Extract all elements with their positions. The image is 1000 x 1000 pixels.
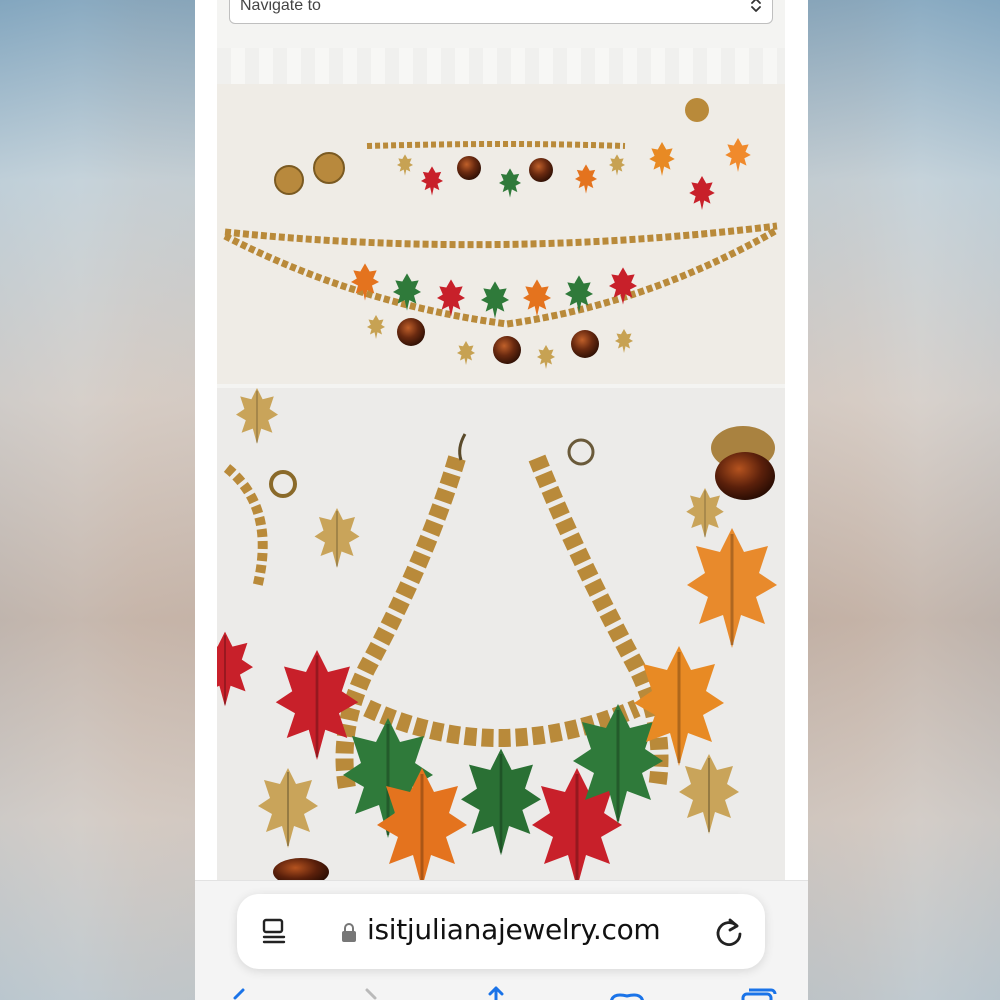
url-text: isitjulianajewelry.com xyxy=(367,913,661,946)
background-left xyxy=(0,0,195,1000)
lock-icon xyxy=(342,923,356,942)
tabs-icon[interactable] xyxy=(739,986,779,1000)
chevron-up-down-icon xyxy=(750,0,762,15)
reload-icon[interactable] xyxy=(713,916,745,948)
back-icon[interactable] xyxy=(229,986,249,1000)
browser-bottom-bar: isitjulianajewelry.com xyxy=(195,880,808,1000)
product-photo-closeup[interactable] xyxy=(217,388,785,880)
forward-icon[interactable] xyxy=(361,986,381,1000)
navigate-to-label: Navigate to xyxy=(240,0,321,14)
background-right xyxy=(808,0,1000,1000)
address-bar[interactable]: isitjulianajewelry.com xyxy=(237,894,765,969)
share-icon[interactable] xyxy=(483,986,509,1000)
bookmarks-icon[interactable] xyxy=(607,986,647,1000)
navigate-to-select[interactable]: Navigate to xyxy=(229,0,773,24)
reader-mode-icon[interactable] xyxy=(259,916,289,946)
background-texture xyxy=(217,48,785,84)
phone-screen: Navigate to isitjulianajewelry.com xyxy=(195,0,808,1000)
page-content: Navigate to xyxy=(217,0,785,880)
product-photo-set[interactable] xyxy=(217,84,785,384)
